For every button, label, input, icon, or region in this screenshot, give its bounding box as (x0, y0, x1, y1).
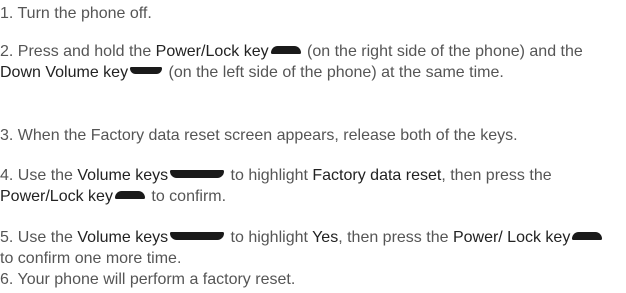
step-number: 3. (0, 127, 14, 144)
key-term: Power/Lock key (155, 43, 269, 60)
down-volume-key-icon (130, 67, 163, 75)
step-number: 5. (0, 229, 14, 246)
key-term: Power/ Lock key (452, 229, 571, 246)
step-5: 5. Use the Volume keys to highlight Yes,… (0, 227, 618, 269)
step-text: to highlight (226, 167, 313, 184)
step-number: 2. (0, 43, 14, 60)
step-number: 4. (0, 167, 14, 184)
step-3-body: 3. When the Factory data reset screen ap… (0, 125, 618, 146)
step-3: 3. When the Factory data reset screen ap… (0, 125, 618, 146)
key-term: Power/Lock key (0, 188, 113, 205)
step-number: 6. (0, 271, 14, 288)
step-text: Turn the phone off. (13, 5, 152, 22)
step-text: Use the (13, 229, 78, 246)
key-term: Volume keys (77, 229, 169, 246)
step-text: Press and hold the (13, 43, 156, 60)
step-text: Use the (13, 167, 78, 184)
step-6-body: 6. Your phone will perform a factory res… (0, 269, 618, 290)
step-text: to confirm. (146, 188, 227, 205)
power-lock-key-icon (572, 231, 603, 240)
volume-keys-icon (170, 231, 225, 240)
step-text: to highlight (226, 229, 313, 246)
step-text: Your phone will perform a factory reset. (13, 271, 296, 288)
step-text: , then press the (441, 167, 552, 184)
step-4: 4. Use the Volume keys to highlight Fact… (0, 165, 618, 207)
factory-reset-steps: 1. Turn the phone off. 2. Press and hold… (0, 0, 626, 293)
step-text: , then press the (338, 229, 453, 246)
power-lock-key-icon (114, 190, 145, 199)
step-6: 6. Your phone will perform a factory res… (0, 269, 618, 290)
step-text: (on the left side of the phone) at the s… (164, 64, 504, 81)
power-lock-key-icon (270, 45, 301, 54)
key-term: Volume keys (77, 167, 169, 184)
step-text: When the Factory data reset screen appea… (13, 127, 518, 144)
key-term: Yes (312, 229, 339, 246)
step-5-body: 5. Use the Volume keys to highlight Yes,… (0, 227, 618, 269)
step-number: 1. (0, 5, 14, 22)
step-1: 1. Turn the phone off. (0, 3, 618, 24)
key-term: Down Volume key (0, 64, 129, 81)
step-text: to confirm one more time. (0, 250, 182, 267)
step-text: (on the right side of the phone) and the (302, 43, 583, 60)
step-2-body: 2. Press and hold the Power/Lock key (on… (0, 41, 618, 83)
step-4-body: 4. Use the Volume keys to highlight Fact… (0, 165, 618, 207)
volume-keys-icon (170, 169, 225, 178)
step-1-body: 1. Turn the phone off. (0, 3, 618, 24)
step-2: 2. Press and hold the Power/Lock key (on… (0, 41, 618, 83)
key-term: Factory data reset (312, 167, 442, 184)
